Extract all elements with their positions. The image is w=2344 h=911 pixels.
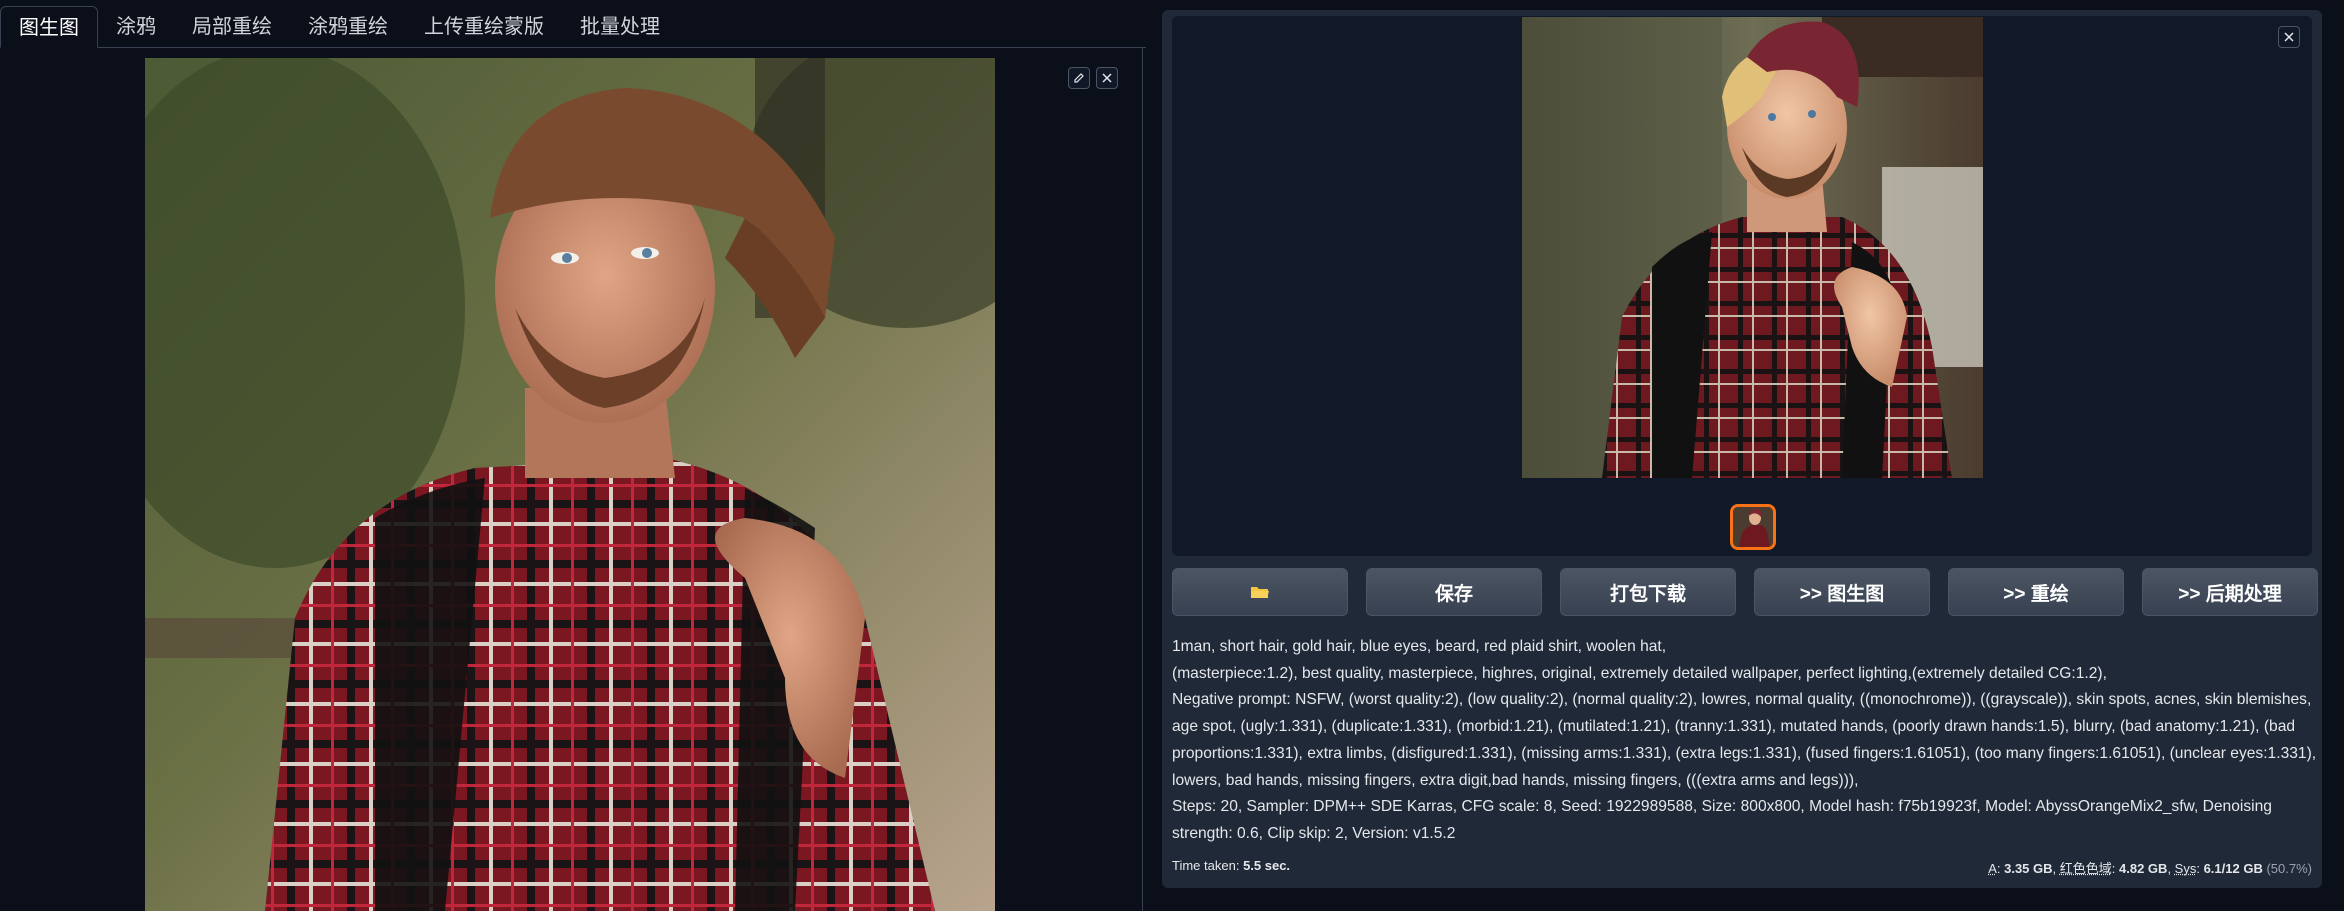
generation-info: 1man, short hair, gold hair, blue eyes, …	[1172, 634, 2322, 848]
send-to-inpaint-button[interactable]: >> 重绘	[1948, 568, 2124, 616]
performance-footer: Time taken: 5.5 sec. A: 3.35 GB, 红色色域: 4…	[1172, 858, 2312, 880]
tab-sketch[interactable]: 涂鸦	[98, 6, 174, 47]
memory-usage: A: 3.35 GB, 红色色域: 4.82 GB, Sys: 6.1/12 G…	[1988, 861, 2312, 876]
tab-inpaint-sketch[interactable]: 涂鸦重绘	[290, 6, 406, 47]
output-panel: 保存 打包下载 >> 图生图 >> 重绘 >> 后期处理 1man, short…	[1162, 10, 2322, 888]
img2img-input-panel: 图生图 涂鸦 局部重绘 涂鸦重绘 上传重绘蒙版 批量处理	[0, 0, 1146, 911]
canvas-tools	[1068, 67, 1118, 89]
generation-params: Steps: 20, Sampler: DPM++ SDE Karras, CF…	[1172, 798, 2272, 842]
generated-image[interactable]	[1522, 17, 1983, 478]
sys-label: Sys	[2174, 861, 2197, 876]
pencil-icon[interactable]	[1068, 67, 1090, 89]
thumbnail-graphic	[1733, 507, 1773, 547]
output-gallery	[1172, 16, 2312, 556]
input-photo	[145, 58, 995, 911]
time-value: 5.5 sec.	[1243, 858, 1291, 873]
send-to-img2img-button[interactable]: >> 图生图	[1754, 568, 1930, 616]
mode-tabs: 图生图 涂鸦 局部重绘 涂鸦重绘 上传重绘蒙版 批量处理	[0, 6, 1146, 48]
prompt-line-2: (masterpiece:1.2), best quality, masterp…	[1172, 664, 2107, 682]
red-label: 红色色域	[2059, 861, 2112, 876]
save-button[interactable]: 保存	[1366, 568, 1542, 616]
a-value: 3.35 GB	[2004, 861, 2053, 876]
close-icon[interactable]	[2278, 26, 2300, 48]
zip-download-button[interactable]: 打包下载	[1560, 568, 1736, 616]
sys-percent: (50.7%)	[2266, 861, 2312, 876]
prompt-line-1: 1man, short hair, gold hair, blue eyes, …	[1172, 638, 1667, 655]
gallery-thumbnail[interactable]	[1730, 504, 1776, 550]
generated-image-graphic	[1522, 17, 1983, 478]
tab-inpaint[interactable]: 局部重绘	[174, 6, 290, 47]
tab-batch[interactable]: 批量处理	[562, 6, 678, 47]
close-icon[interactable]	[1096, 67, 1118, 89]
red-value: 4.82 GB	[2119, 861, 2168, 876]
action-buttons: 保存 打包下载 >> 图生图 >> 重绘 >> 后期处理	[1172, 568, 2322, 616]
negative-prompt: Negative prompt: NSFW, (worst quality:2)…	[1172, 691, 2317, 789]
send-to-extras-button[interactable]: >> 后期处理	[2142, 568, 2318, 616]
open-folder-button[interactable]	[1172, 568, 1348, 616]
time-taken: Time taken: 5.5 sec.	[1172, 858, 1290, 873]
sys-value: 6.1/12 GB	[2203, 861, 2263, 876]
tab-img2img[interactable]: 图生图	[0, 6, 98, 48]
folder-icon	[1251, 587, 1269, 598]
tab-inpaint-upload[interactable]: 上传重绘蒙版	[406, 6, 562, 47]
time-label: Time taken:	[1172, 858, 1240, 873]
input-image-canvas[interactable]	[0, 48, 1143, 911]
input-photo-graphic	[145, 58, 995, 911]
a-label: A	[1988, 861, 1997, 876]
